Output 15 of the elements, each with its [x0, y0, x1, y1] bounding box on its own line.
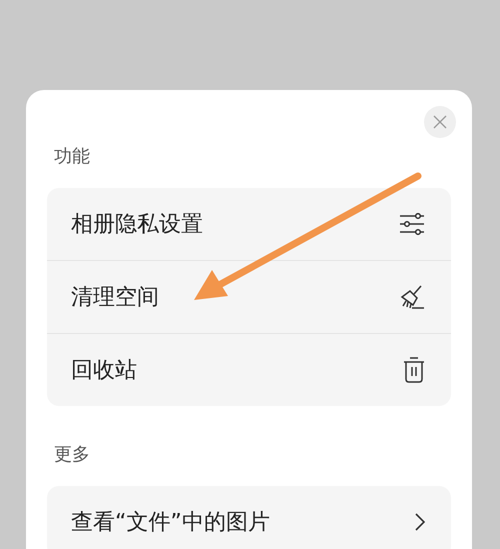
sliders-icon	[399, 213, 425, 235]
brush-icon	[399, 284, 425, 310]
menu-item-label: 回收站	[71, 357, 137, 385]
section-title: 更多	[54, 443, 91, 466]
chevron-icon	[415, 513, 425, 531]
close-icon	[433, 115, 447, 129]
menu-item[interactable]: 回收站	[47, 334, 451, 406]
close-button[interactable]	[424, 106, 456, 138]
menu-item-label: 清理空间	[71, 284, 159, 312]
menu-item[interactable]: 相册隐私设置	[47, 188, 451, 261]
trash-icon	[403, 357, 425, 383]
menu-item[interactable]: 查看“文件”中的图片	[47, 486, 451, 549]
menu-item-label: 查看“文件”中的图片	[71, 509, 270, 537]
menu-item-label: 相册隐私设置	[71, 211, 203, 239]
section-title: 功能	[54, 145, 91, 168]
